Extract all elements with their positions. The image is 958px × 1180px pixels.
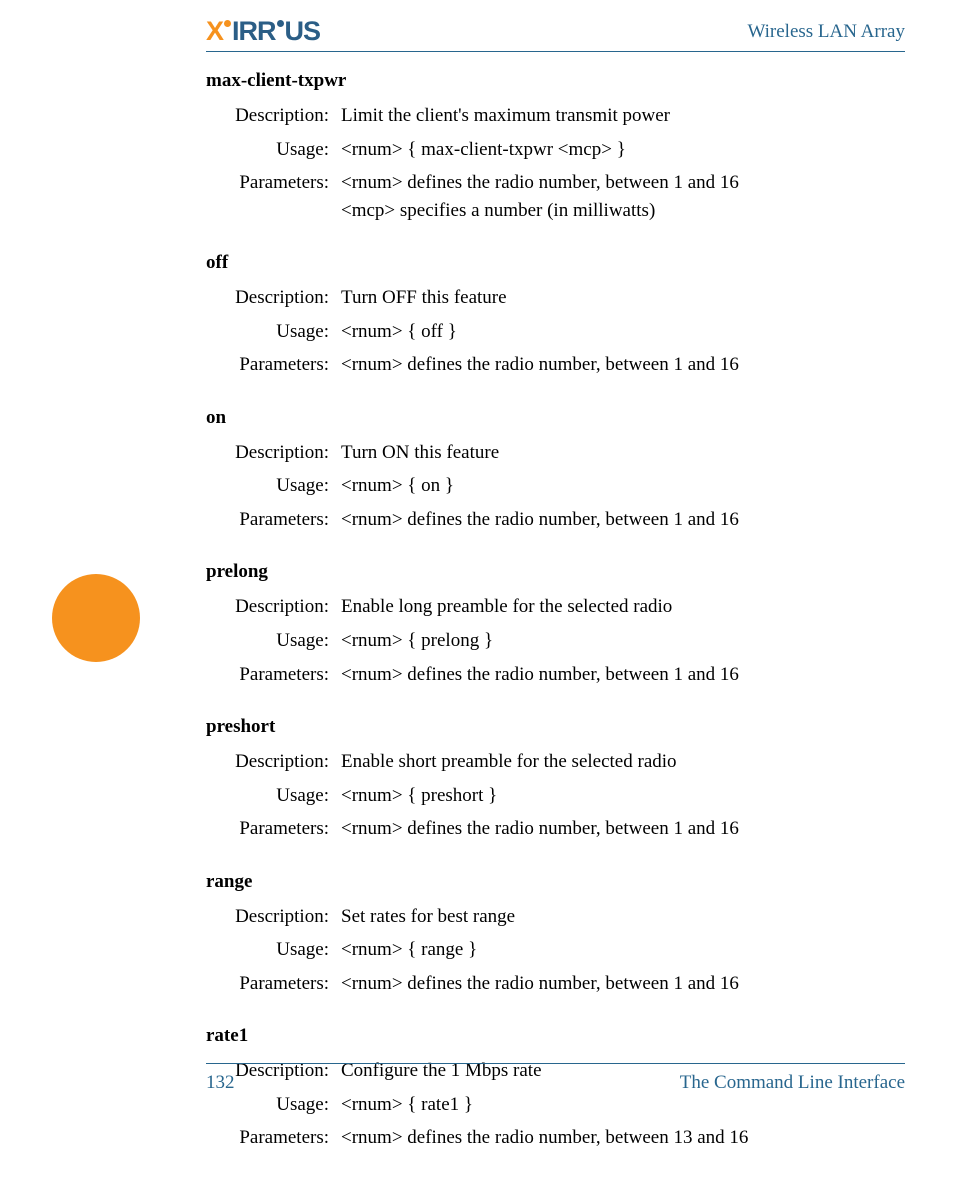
command-block: preshort Description: Enable short pream… xyxy=(206,716,905,843)
xirrus-logo: XIRRUS xyxy=(206,16,320,47)
value-parameters: <rnum> defines the radio number, between… xyxy=(341,351,905,379)
label-usage: Usage: xyxy=(206,936,341,964)
page-footer: 132 The Command Line Interface xyxy=(206,1063,905,1094)
command-block: prelong Description: Enable long preambl… xyxy=(206,561,905,688)
label-usage: Usage: xyxy=(206,1091,341,1119)
label-description: Description: xyxy=(206,748,341,776)
definition-row: Usage: <rnum> { max-client-txpwr <mcp> } xyxy=(206,136,905,164)
content-area: max-client-txpwr Description: Limit the … xyxy=(206,70,905,1180)
command-name: off xyxy=(206,252,905,274)
value-usage: <rnum> { on } xyxy=(341,472,905,500)
label-parameters: Parameters: xyxy=(206,1124,341,1152)
value-usage: <rnum> { off } xyxy=(341,318,905,346)
definition-row: Description: Limit the client's maximum … xyxy=(206,102,905,130)
definition-row: Description: Turn ON this feature xyxy=(206,439,905,467)
value-description: Enable short preamble for the selected r… xyxy=(341,748,905,776)
value-parameters: <rnum> defines the radio number, between… xyxy=(341,169,905,224)
command-name: prelong xyxy=(206,561,905,583)
label-description: Description: xyxy=(206,284,341,312)
label-parameters: Parameters: xyxy=(206,506,341,534)
value-description: Set rates for best range xyxy=(341,903,905,931)
definition-row: Usage: <rnum> { range } xyxy=(206,936,905,964)
definition-row: Parameters: <rnum> defines the radio num… xyxy=(206,1124,905,1152)
value-description: Enable long preamble for the selected ra… xyxy=(341,593,905,621)
label-usage: Usage: xyxy=(206,318,341,346)
value-parameters: <rnum> defines the radio number, between… xyxy=(341,815,905,843)
label-usage: Usage: xyxy=(206,472,341,500)
value-description: Turn OFF this feature xyxy=(341,284,905,312)
label-description: Description: xyxy=(206,439,341,467)
label-parameters: Parameters: xyxy=(206,351,341,379)
label-description: Description: xyxy=(206,903,341,931)
definition-row: Parameters: <rnum> defines the radio num… xyxy=(206,661,905,689)
definition-row: Description: Set rates for best range xyxy=(206,903,905,931)
label-description: Description: xyxy=(206,593,341,621)
section-title: The Command Line Interface xyxy=(680,1072,905,1094)
value-usage: <rnum> { range } xyxy=(341,936,905,964)
label-parameters: Parameters: xyxy=(206,169,341,224)
definition-row: Usage: <rnum> { off } xyxy=(206,318,905,346)
definition-row: Usage: <rnum> { prelong } xyxy=(206,627,905,655)
command-name: rate1 xyxy=(206,1025,905,1047)
value-parameters: <rnum> defines the radio number, between… xyxy=(341,661,905,689)
definition-row: Parameters: <rnum> defines the radio num… xyxy=(206,815,905,843)
header-title: Wireless LAN Array xyxy=(747,21,905,43)
command-name: preshort xyxy=(206,716,905,738)
definition-row: Usage: <rnum> { on } xyxy=(206,472,905,500)
page-header: XIRRUS Wireless LAN Array xyxy=(206,18,905,52)
label-usage: Usage: xyxy=(206,782,341,810)
value-usage: <rnum> { max-client-txpwr <mcp> } xyxy=(341,136,905,164)
value-usage: <rnum> { prelong } xyxy=(341,627,905,655)
value-usage: <rnum> { rate1 } xyxy=(341,1091,905,1119)
definition-row: Description: Turn OFF this feature xyxy=(206,284,905,312)
command-block: off Description: Turn OFF this feature U… xyxy=(206,252,905,379)
label-parameters: Parameters: xyxy=(206,815,341,843)
label-usage: Usage: xyxy=(206,136,341,164)
value-description: Turn ON this feature xyxy=(341,439,905,467)
value-description: Limit the client's maximum transmit powe… xyxy=(341,102,905,130)
label-parameters: Parameters: xyxy=(206,970,341,998)
definition-row: Description: Enable long preamble for th… xyxy=(206,593,905,621)
definition-row: Parameters: <rnum> defines the radio num… xyxy=(206,351,905,379)
definition-row: Usage: <rnum> { rate1 } xyxy=(206,1091,905,1119)
command-name: on xyxy=(206,407,905,429)
definition-row: Usage: <rnum> { preshort } xyxy=(206,782,905,810)
value-parameters: <rnum> defines the radio number, between… xyxy=(341,1124,905,1152)
page-number: 132 xyxy=(206,1072,235,1094)
command-block: max-client-txpwr Description: Limit the … xyxy=(206,70,905,224)
value-usage: <rnum> { preshort } xyxy=(341,782,905,810)
label-parameters: Parameters: xyxy=(206,661,341,689)
value-parameters: <rnum> defines the radio number, between… xyxy=(341,970,905,998)
definition-row: Parameters: <rnum> defines the radio num… xyxy=(206,169,905,224)
command-name: range xyxy=(206,871,905,893)
decorative-circle xyxy=(52,574,140,662)
definition-row: Description: Enable short preamble for t… xyxy=(206,748,905,776)
label-description: Description: xyxy=(206,102,341,130)
value-parameters: <rnum> defines the radio number, between… xyxy=(341,506,905,534)
label-usage: Usage: xyxy=(206,627,341,655)
definition-row: Parameters: <rnum> defines the radio num… xyxy=(206,506,905,534)
command-block: on Description: Turn ON this feature Usa… xyxy=(206,407,905,534)
definition-row: Parameters: <rnum> defines the radio num… xyxy=(206,970,905,998)
command-name: max-client-txpwr xyxy=(206,70,905,92)
command-block: range Description: Set rates for best ra… xyxy=(206,871,905,998)
